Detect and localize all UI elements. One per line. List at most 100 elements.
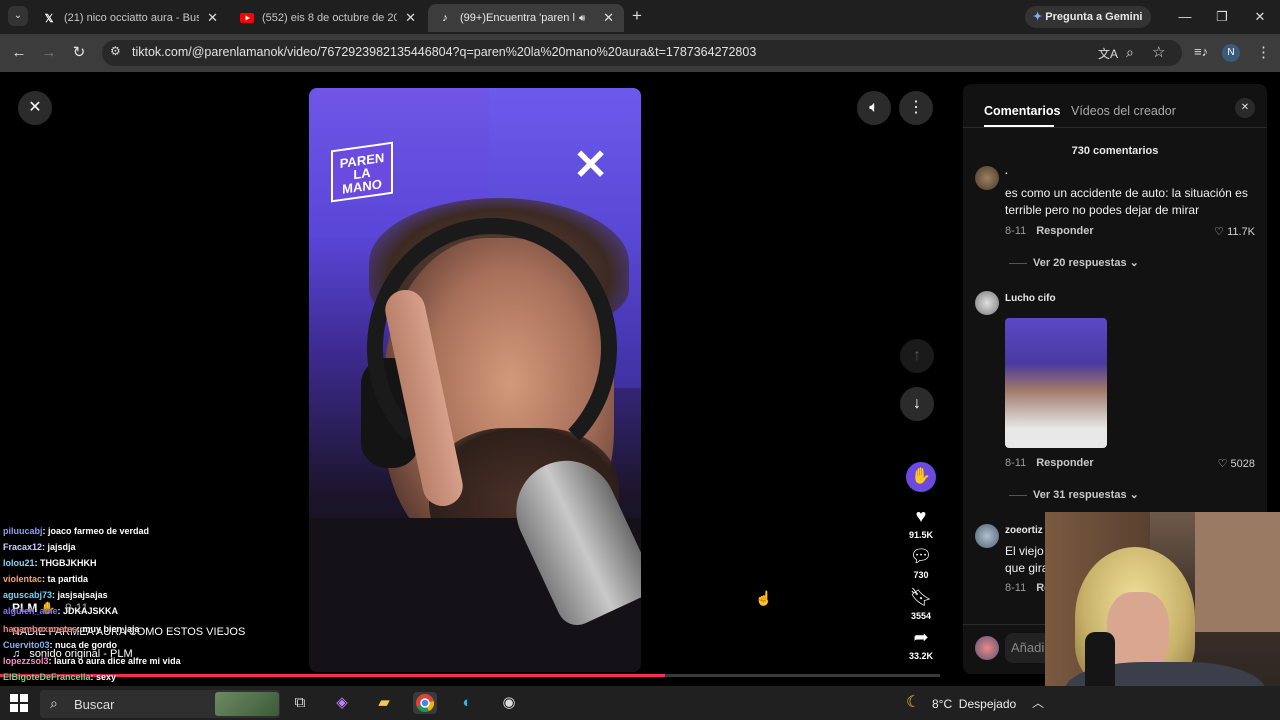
chat-username[interactable]: violentac	[3, 574, 42, 584]
previous-video-button[interactable]: ↑	[900, 339, 934, 373]
tab-comments[interactable]: Comentarios	[984, 104, 1060, 118]
reload-icon[interactable]: ↻	[68, 42, 90, 64]
webcam-wall	[1195, 512, 1280, 632]
tab-youtube[interactable]: (552) eis 8 de octubre de 2016 ✕	[230, 4, 426, 32]
chat-text: jasjsajsajas	[57, 590, 108, 600]
comment-action[interactable]: 💬︎ 730	[902, 546, 940, 580]
chat-username[interactable]: Cuervito03	[3, 640, 50, 650]
chat-text: joaco farmeo de verdad	[48, 526, 150, 536]
x-watermark-icon: ✕	[573, 141, 609, 188]
x-logo-icon: 𝕏	[44, 12, 54, 25]
windows-start-icon[interactable]	[10, 694, 28, 712]
avatar[interactable]	[975, 166, 999, 190]
avatar[interactable]	[975, 524, 999, 548]
close-panel-icon[interactable]: ✕	[1235, 98, 1255, 118]
tab-title: (552) eis 8 de octubre de 2016	[262, 12, 397, 24]
chat-message: piluucabj: joaco farmeo de verdad	[3, 526, 149, 536]
chat-username[interactable]: piluucabj	[3, 526, 43, 536]
close-video-button[interactable]: ✕	[18, 91, 52, 125]
save-action[interactable]: 🔖︎ 3554	[902, 587, 940, 621]
weather-icon: ☾	[906, 694, 921, 711]
profile-avatar[interactable]: N	[1222, 44, 1240, 62]
close-tab-icon[interactable]: ✕	[603, 10, 614, 26]
view-replies-button[interactable]: Ver 20 respuestas ⌄	[1009, 256, 1139, 269]
tray-chevron-icon[interactable]: ︿	[1032, 694, 1044, 711]
chrome-icon[interactable]	[413, 692, 437, 714]
chat-username[interactable]: ElBigoteDeFrancella	[3, 672, 91, 682]
media-control-icon[interactable]: ≡♪	[1194, 44, 1208, 59]
creator-avatar[interactable]: ✋	[906, 462, 936, 492]
task-view-icon[interactable]: ⧉	[288, 692, 312, 714]
taskbar-search-box[interactable]: ⌕ Buscar	[40, 690, 280, 718]
forward-arrow-icon[interactable]: →	[38, 42, 60, 64]
chat-text: jajsdja	[47, 542, 76, 552]
comment-bubble-icon: 💬︎	[909, 546, 933, 566]
avatar	[975, 636, 999, 660]
close-tab-icon[interactable]: ✕	[207, 10, 218, 26]
comment-meta: 8-11 Re	[1005, 582, 1050, 594]
comment-text: El viejo	[1005, 544, 1044, 558]
comment-image[interactable]	[1005, 318, 1107, 448]
comment-text: es como un accidente de auto: la situaci…	[1005, 186, 1248, 217]
comment-likes[interactable]: ♡ 5028	[1218, 457, 1255, 470]
chat-text: muy bien jaja	[82, 624, 140, 634]
obs-icon[interactable]: ◉	[497, 692, 521, 714]
like-action[interactable]: ♥ 91.5K	[902, 506, 940, 540]
youtube-icon	[240, 11, 254, 25]
chevron-down-icon: ⌄	[1129, 257, 1139, 269]
bookmark-star-icon[interactable]: ☆	[1152, 43, 1165, 61]
chat-message: ElBigoteDeFrancella: sexy	[3, 672, 116, 682]
comment-date: 8-11	[1005, 225, 1027, 237]
weather-text[interactable]: 8°C Despejado	[932, 697, 1016, 711]
heart-icon: ♥	[915, 506, 927, 526]
share-action[interactable]: ➦ 33.2K	[902, 627, 940, 661]
gemini-button[interactable]: ✦ Pregunta a Gemini	[1025, 6, 1151, 28]
translate-icon[interactable]: 文A	[1098, 45, 1118, 62]
close-window-button[interactable]: ✕	[1245, 6, 1275, 28]
view-replies-button[interactable]: Ver 31 respuestas ⌄	[1009, 488, 1139, 501]
chevron-down-icon: ⌄	[1129, 489, 1139, 501]
volume-button[interactable]: 🔈︎	[857, 91, 891, 125]
audio-playing-icon[interactable]: 🔊︎	[579, 13, 585, 24]
copilot-icon[interactable]: ◈	[330, 692, 354, 714]
avatar[interactable]	[975, 291, 999, 315]
chat-username[interactable]: lolou21	[3, 558, 35, 568]
maximize-button[interactable]: ❐	[1207, 6, 1237, 28]
chat-username[interactable]: hagamboxnnetes	[3, 624, 77, 634]
chat-username[interactable]: alguien_ame	[3, 606, 58, 616]
zoom-icon[interactable]: ⌕	[1126, 44, 1134, 61]
edge-icon[interactable]: ◐	[455, 692, 479, 714]
minimize-button[interactable]: —	[1170, 6, 1200, 28]
tab-creator-videos[interactable]: Vídeos del creador	[1071, 104, 1176, 118]
tab-x[interactable]: 𝕏 (21) nico occiatto aura - Buscar ✕	[32, 4, 228, 32]
chat-text: nuca de gordo	[55, 640, 118, 650]
video-progress-track[interactable]	[0, 674, 940, 677]
reply-button[interactable]: Responder	[1036, 457, 1093, 469]
close-tab-icon[interactable]: ✕	[405, 10, 416, 26]
video-player[interactable]: PAREN LA MANO ✕	[309, 88, 641, 672]
next-video-button[interactable]: ↓	[900, 387, 934, 421]
tab-search-button[interactable]: ⌄	[8, 6, 28, 26]
site-info-icon[interactable]: ⚙	[110, 44, 121, 58]
tab-tiktok[interactable]: ♪ (99+)Encuentra 'paren la m 🔊︎ ✕	[428, 4, 624, 32]
url-text[interactable]: tiktok.com/@parenlamanok/video/767292398…	[132, 45, 756, 59]
comment-likes[interactable]: ♡ 11.7K	[1214, 225, 1255, 238]
file-explorer-icon[interactable]: ▰	[372, 692, 396, 714]
chat-username[interactable]: Fracax12	[3, 542, 42, 552]
menu-kebab-icon[interactable]: ⋮	[1256, 43, 1271, 61]
chat-username[interactable]: aguscabj73	[3, 590, 52, 600]
reply-button[interactable]: Responder	[1036, 225, 1093, 237]
chat-text: laura o aura dice alfre mi vida	[54, 656, 181, 666]
back-arrow-icon[interactable]: ←	[8, 42, 30, 64]
chat-message: violentac: ta partida	[3, 574, 88, 584]
tab-title: (21) nico occiatto aura - Buscar	[64, 12, 199, 24]
comment-username[interactable]: zoeortiz	[1005, 525, 1043, 536]
mouse-cursor-icon: ☝	[755, 590, 773, 606]
more-options-button[interactable]: ⋮	[899, 91, 933, 125]
chat-username[interactable]: lopezzsol3	[3, 656, 49, 666]
comment-username[interactable]: .	[1005, 166, 1008, 177]
like-count: 91.5K	[908, 530, 934, 540]
search-highlight-image	[215, 692, 279, 716]
new-tab-button[interactable]: +	[632, 6, 642, 26]
comment-username[interactable]: Lucho cifo	[1005, 293, 1056, 304]
